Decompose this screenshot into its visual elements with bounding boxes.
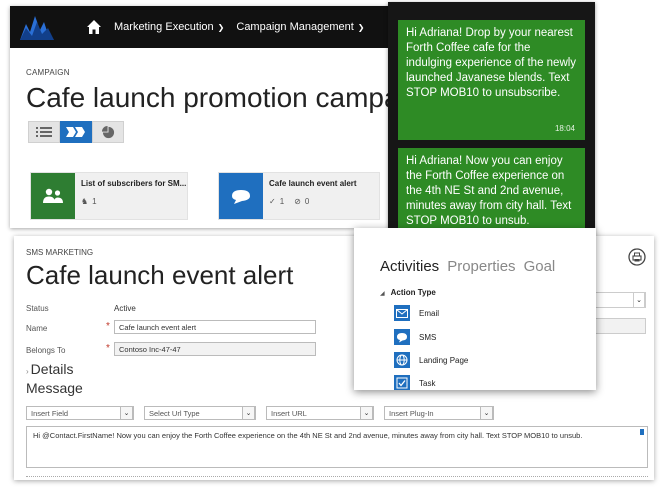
- campaign-title: Cafe launch promotion campaign: [26, 82, 437, 113]
- activity-label: SMS: [419, 332, 437, 342]
- sms-breadcrumb: SMS MARKETING: [26, 248, 94, 257]
- toolbox-tabs: Activities Properties Goal: [380, 258, 563, 275]
- toolbox-panel: Activities Properties Goal ◢ Action Type …: [354, 228, 596, 390]
- email-icon: [394, 305, 410, 321]
- dropdown-label: Insert Field: [31, 408, 69, 418]
- insert-plugin-dropdown[interactable]: Insert Plug-In ⌄: [384, 406, 494, 420]
- divider: [26, 476, 648, 477]
- sms-preview-window: Hi Adriana! Drop by your nearest Forth C…: [388, 2, 595, 234]
- view-switcher: [28, 121, 124, 143]
- people-small-icon: ♞: [81, 197, 89, 206]
- tab-activities[interactable]: Activities: [380, 258, 439, 275]
- sms-bubble: Hi Adriana! Drop by your nearest Forth C…: [398, 20, 585, 140]
- check-count: 1: [279, 197, 285, 206]
- message-textarea[interactable]: Hi @Contact.FirstName! Now you can enjoy…: [26, 426, 648, 468]
- tab-goal[interactable]: Goal: [524, 258, 556, 275]
- tab-properties[interactable]: Properties: [447, 258, 515, 275]
- details-heading: Details: [30, 361, 74, 377]
- dynamics-logo-icon[interactable]: [18, 12, 56, 42]
- card-icon-bg: [219, 173, 263, 219]
- sms-timestamp: 18:04: [554, 124, 575, 133]
- status-label: Status: [26, 304, 49, 313]
- chevron-down-icon: ⌄: [360, 406, 373, 420]
- activity-landing-page[interactable]: Landing Page: [394, 352, 468, 368]
- select-url-type-dropdown[interactable]: Select Url Type ⌄: [144, 406, 256, 420]
- message-text: Hi @Contact.FirstName! Now you can enjoy…: [33, 431, 583, 440]
- activity-label: Landing Page: [419, 355, 469, 365]
- people-icon: [43, 188, 63, 203]
- list-view-button[interactable]: [28, 121, 60, 143]
- name-field[interactable]: Cafe launch event alert: [114, 320, 316, 334]
- belongs-to-label: Belongs To: [26, 346, 66, 355]
- nav-campaign-management[interactable]: Campaign Management ❯: [236, 21, 364, 33]
- card-title: List of subscribers for SM...: [81, 179, 187, 188]
- campaign-breadcrumb: CAMPAIGN: [26, 68, 70, 77]
- list-icon: [36, 127, 52, 137]
- activity-email[interactable]: Email: [394, 305, 439, 321]
- nav-campaign-management-label: Campaign Management: [236, 21, 354, 33]
- chevron-down-icon: ⌄: [120, 406, 133, 420]
- task-checkbox-icon: [394, 375, 410, 390]
- activity-sms[interactable]: SMS: [394, 329, 436, 345]
- belongs-to-field[interactable]: Contoso Inc-47-47: [114, 342, 316, 356]
- insert-url-dropdown[interactable]: Insert URL ⌄: [266, 406, 374, 420]
- chevron-down-icon: ⌄: [480, 406, 493, 420]
- segment-tile[interactable]: List of subscribers for SM... ♞ 1: [30, 172, 188, 220]
- sms-title: Cafe launch event alert: [26, 260, 294, 290]
- chevron-down-icon: ⌄: [633, 292, 645, 308]
- home-icon[interactable]: [86, 19, 102, 35]
- details-section-toggle[interactable]: › Details: [26, 361, 73, 377]
- collapse-triangle-icon: ◢: [380, 291, 385, 297]
- action-type-group[interactable]: ◢ Action Type: [380, 288, 436, 297]
- print-icon[interactable]: [628, 248, 646, 266]
- top-nav-bar: Marketing Execution ❯ Campaign Managemen…: [10, 6, 390, 48]
- sms-bubble-icon: [232, 190, 250, 204]
- globe-icon: [394, 352, 410, 368]
- scrollbar-thumb[interactable]: [640, 429, 644, 435]
- flow-icon: [66, 127, 85, 137]
- sms-text: Hi Adriana! Drop by your nearest Forth C…: [406, 27, 577, 99]
- sms-text: Hi Adriana! Now you can enjoy the Forth …: [406, 155, 572, 227]
- chevron-right-icon: ›: [26, 367, 29, 376]
- nav-marketing-execution[interactable]: Marketing Execution ❯: [114, 21, 224, 33]
- required-marker: *: [106, 321, 110, 332]
- activity-label: Task: [419, 378, 436, 388]
- card-icon-bg: [31, 173, 75, 219]
- name-label: Name: [26, 324, 48, 333]
- chevron-down-icon: ❯: [357, 22, 365, 32]
- sms-icon: [394, 329, 410, 345]
- chart-view-button[interactable]: [92, 121, 124, 143]
- insert-field-dropdown[interactable]: Insert Field ⌄: [26, 406, 134, 420]
- chevron-down-icon: ❯: [217, 22, 225, 32]
- group-label: Action Type: [390, 288, 436, 297]
- nav-marketing-execution-label: Marketing Execution: [114, 21, 214, 33]
- message-heading: Message: [26, 380, 83, 396]
- block-count: 0: [304, 197, 310, 206]
- sms-bubble: Hi Adriana! Now you can enjoy the Forth …: [398, 148, 585, 234]
- pie-chart-icon: [101, 125, 114, 138]
- designer-view-button[interactable]: [60, 121, 92, 143]
- dropdown-label: Insert Plug-In: [389, 408, 434, 418]
- campaign-window: Marketing Execution ❯ Campaign Managemen…: [10, 6, 437, 228]
- card-count: 1: [92, 197, 97, 206]
- card-title: Cafe launch event alert: [269, 179, 357, 188]
- status-value: Active: [114, 304, 136, 313]
- dropdown-label: Select Url Type: [149, 408, 200, 418]
- dropdown-label: Insert URL: [271, 408, 307, 418]
- activity-label: Email: [419, 308, 440, 318]
- check-icon: ✓: [269, 197, 276, 206]
- sms-tile[interactable]: Cafe launch event alert ✓ 1 ⊘ 0: [218, 172, 380, 220]
- required-marker: *: [106, 343, 110, 354]
- activity-task[interactable]: Task: [394, 375, 435, 390]
- chevron-down-icon: ⌄: [242, 406, 255, 420]
- block-icon: ⊘: [294, 197, 301, 206]
